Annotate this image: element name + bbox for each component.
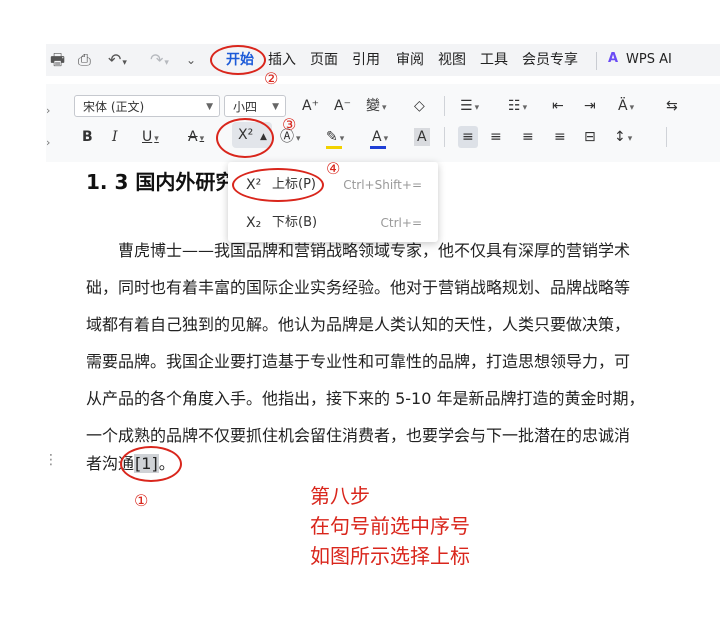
menu-divider <box>596 52 597 70</box>
font-size-select[interactable]: 小四 ▼ <box>224 95 286 117</box>
chevron-down-icon: ▼ <box>272 102 279 112</box>
annotation-ring-superscript-option <box>232 168 324 202</box>
marker-1: ① <box>134 491 149 510</box>
annotation-ring-home-tab <box>210 45 266 75</box>
wrap-icon[interactable]: ⇆ <box>666 97 678 115</box>
tab-insert[interactable]: 插入 <box>268 51 296 69</box>
tab-tools[interactable]: 工具 <box>480 51 508 69</box>
toolbar-divider <box>444 127 445 147</box>
clear-format-icon[interactable]: ◇ <box>414 97 425 115</box>
drag-handle-icon[interactable]: ⋮ <box>44 452 58 468</box>
font-name-select[interactable]: 宋体 (正文) ▼ <box>74 95 220 117</box>
bold-icon[interactable]: B <box>82 128 93 146</box>
section-heading: 1. 3 国内外研究 <box>86 170 236 194</box>
subscript-icon: X₂ <box>246 215 262 231</box>
marker-3: ③ <box>282 115 297 134</box>
tab-page[interactable]: 页面 <box>310 51 338 69</box>
subscript-shortcut: Ctrl+= <box>380 216 422 230</box>
line-spacing-icon[interactable]: ↕ ▾ <box>614 128 632 148</box>
strikethrough-icon[interactable]: A ▾ <box>188 128 204 148</box>
font-color-icon[interactable]: A ▾ <box>372 128 388 148</box>
italic-icon[interactable]: I <box>112 128 118 146</box>
print-icon[interactable]: 🖶 <box>50 50 65 70</box>
toolbar-divider <box>444 96 445 116</box>
print-preview-icon[interactable]: ⎙ <box>78 50 91 70</box>
paragraph-line: 需要品牌。我国企业要打造基于专业性和可靠性的品牌，打造思想领导力，可 <box>86 352 631 371</box>
align-center-icon[interactable]: ≡ <box>490 128 502 146</box>
paragraph-line: 一个成熟的品牌不仅要抓住机会留住消费者，也要学会与下一批潜在的忠诚消 <box>86 426 631 445</box>
instruction-line: 如图所示选择上标 <box>310 544 470 568</box>
paragraph-line: 础，同时也有着丰富的国际企业实务经验。他对于营销战略规划、品牌战略等 <box>86 278 631 297</box>
tab-member[interactable]: 会员专享 <box>522 51 578 69</box>
tab-review[interactable]: 审阅 <box>396 51 424 69</box>
shrink-font-icon[interactable]: A⁻ <box>334 97 351 115</box>
phonetic-guide-icon[interactable]: 變 ▾ <box>366 97 387 117</box>
wps-ai-icon: A <box>608 51 619 66</box>
superscript-shortcut: Ctrl+Shift+= <box>343 178 422 192</box>
chevron-down-icon: ▼ <box>206 102 213 112</box>
decrease-indent-icon[interactable]: ⇤ <box>552 97 564 115</box>
subscript-option[interactable]: X₂ 下标(B) Ctrl+= <box>228 208 438 238</box>
subscript-option-label: 下标(B) <box>272 215 318 230</box>
wps-ai-button[interactable]: WPS AI <box>626 51 672 69</box>
ribbon-edge-icon: › <box>46 136 51 149</box>
highlight-icon[interactable]: ✎ ▾ <box>326 128 344 148</box>
tab-view[interactable]: 视图 <box>438 51 466 69</box>
align-left-icon[interactable]: ≡ <box>458 126 478 148</box>
highlight-color-bar <box>326 146 342 149</box>
text-direction-icon[interactable]: Ä ▾ <box>618 97 634 117</box>
font-size-value: 小四 <box>233 100 258 114</box>
tab-references[interactable]: 引用 <box>352 51 380 69</box>
increase-indent-icon[interactable]: ⇥ <box>584 97 596 115</box>
paragraph-line: 域都有着自己独到的见解。他认为品牌是人类认知的天性，人类只要做决策， <box>86 315 631 334</box>
font-name-value: 宋体 (正文) <box>83 100 145 114</box>
undo-icon[interactable]: ↶▾ <box>108 50 127 73</box>
marker-4: ④ <box>326 159 341 178</box>
toolbar-divider <box>666 127 667 147</box>
align-right-icon[interactable]: ≡ <box>522 128 534 146</box>
distributed-icon[interactable]: ⊟ <box>584 128 596 146</box>
font-color-bar <box>370 146 386 149</box>
annotation-ring-reference <box>120 446 182 482</box>
grow-font-icon[interactable]: A⁺ <box>302 97 319 115</box>
bullet-list-icon[interactable]: ☰ ▾ <box>460 97 479 117</box>
redo-icon[interactable]: ↷▾ <box>150 50 169 73</box>
instruction-step: 第八步 <box>310 484 370 508</box>
marker-2: ② <box>264 69 279 88</box>
more-chevron-icon[interactable]: ⌄ <box>186 50 196 70</box>
char-shading-icon[interactable]: A <box>414 128 430 146</box>
ribbon-toolbar: 宋体 (正文) ▼ 小四 ▼ A⁺ A⁻ 變 ▾ ◇ ☰ ▾ ☷ ▾ ⇤ ⇥ Ä ▾ ⇆… <box>46 84 720 162</box>
instruction-line: 在句号前选中序号 <box>310 514 470 538</box>
paragraph-line: 从产品的各个角度入手。他指出，接下来的 5-10 年是新品牌打造的黄金时期， <box>86 389 645 408</box>
menu-bar: 🖶 ⎙ ↶▾ ↷▾ ⌄ 开始 插入 页面 引用 审阅 视图 工具 会员专享 A … <box>46 44 720 76</box>
justify-icon[interactable]: ≡ <box>554 128 566 146</box>
paragraph-line: 曹虎博士——我国品牌和营销战略领域专家，他不仅具有深厚的营销学术 <box>118 241 631 260</box>
numbered-list-icon[interactable]: ☷ ▾ <box>508 97 527 117</box>
annotation-ring-superscript-button <box>216 118 274 158</box>
ribbon-edge-icon: › <box>46 104 51 117</box>
underline-icon[interactable]: U ▾ <box>142 128 159 148</box>
